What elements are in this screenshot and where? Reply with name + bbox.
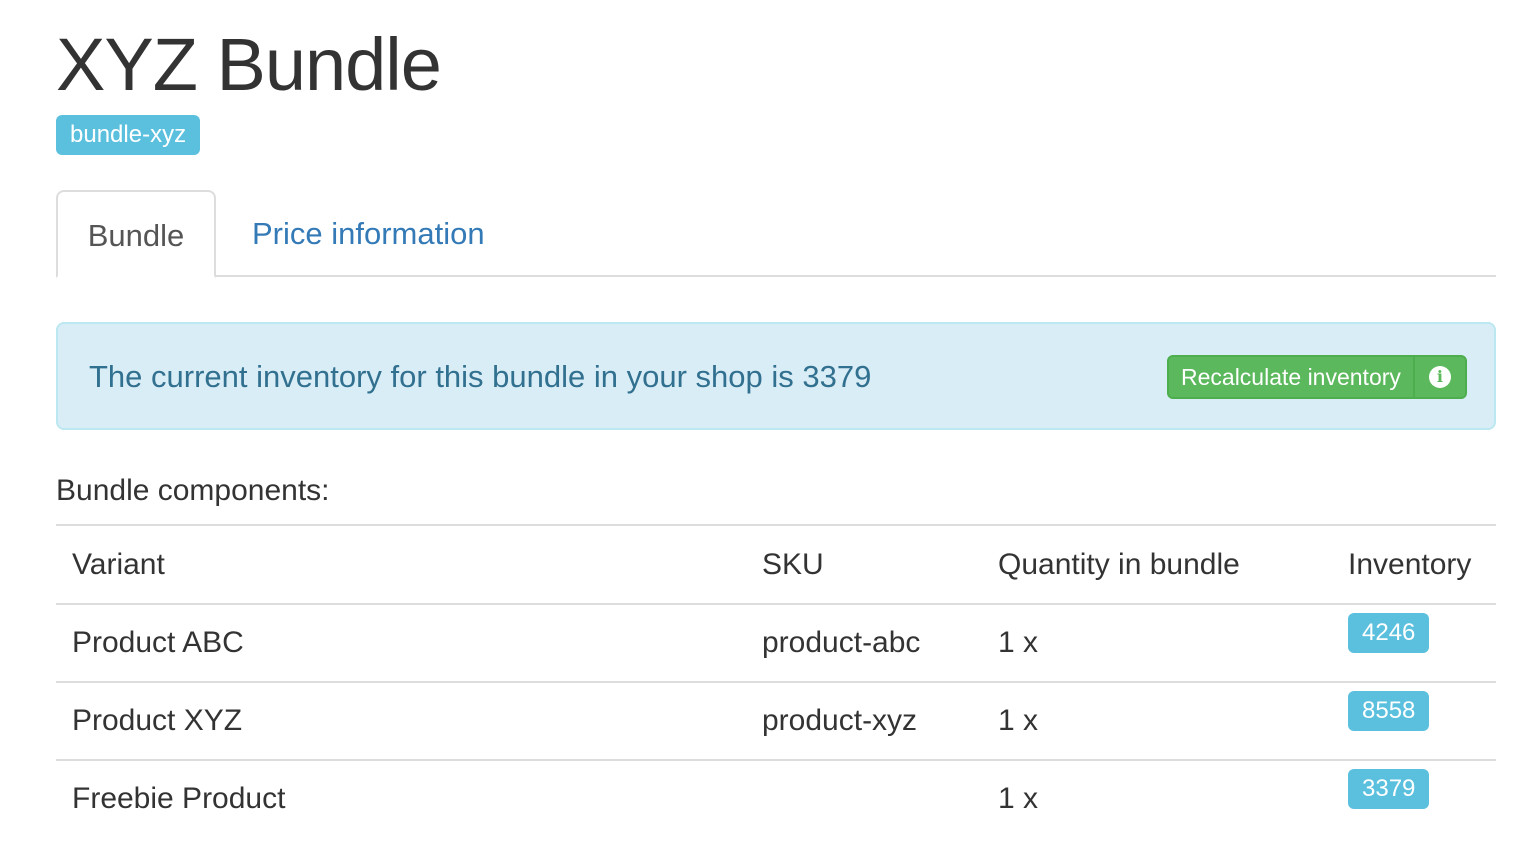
page-title: XYZ Bundle [56,23,442,106]
recalculate-info-button[interactable]: i [1412,357,1465,397]
inventory-badge: 4246 [1348,613,1430,653]
inventory-cell: 3379 [1332,759,1496,837]
table-row: Freebie Product 1 x 3379 [56,759,1496,837]
inventory-cell: 4246 [1332,603,1496,682]
table-header-row: Variant SKU Quantity in bundle Inventory [56,524,1496,605]
handle-badge: bundle-xyz [56,115,201,155]
table-row: Product XYZ product-xyz 1 x 8558 [56,681,1496,760]
column-header-sku: SKU [746,524,982,605]
column-header-variant: Variant [56,524,746,605]
inventory-alert-text: The current inventory for this bundle in… [89,359,872,394]
inventory-alert: The current inventory for this bundle in… [56,322,1496,430]
tab-price-information[interactable]: Price information [252,190,485,278]
bundle-components-table: Variant SKU Quantity in bundle Inventory… [56,524,1496,837]
tab-bar: Bundle Price information [56,190,1496,278]
sku-cell: product-abc [746,603,982,682]
quantity-cell: 1 x [982,759,1332,837]
inventory-cell: 8558 [1332,681,1496,760]
info-circle-icon: i [1428,366,1451,388]
sku-cell [746,759,982,837]
variant-cell: Product XYZ [56,681,746,760]
table-row: Product ABC product-abc 1 x 4246 [56,603,1496,682]
variant-cell: Product ABC [56,603,746,682]
recalculate-inventory-button[interactable]: Recalculate inventory [1169,357,1413,397]
tab-bundle[interactable]: Bundle [56,190,216,278]
column-header-quantity: Quantity in bundle [982,524,1332,605]
column-header-inventory: Inventory [1332,524,1496,605]
recalculate-button-group: Recalculate inventory i [1167,355,1467,399]
bundle-components-label: Bundle components: [56,474,330,507]
quantity-cell: 1 x [982,681,1332,760]
inventory-badge: 8558 [1348,691,1430,731]
quantity-cell: 1 x [982,603,1332,682]
sku-cell: product-xyz [746,681,982,760]
variant-cell: Freebie Product [56,759,746,837]
inventory-badge: 3379 [1348,769,1430,809]
